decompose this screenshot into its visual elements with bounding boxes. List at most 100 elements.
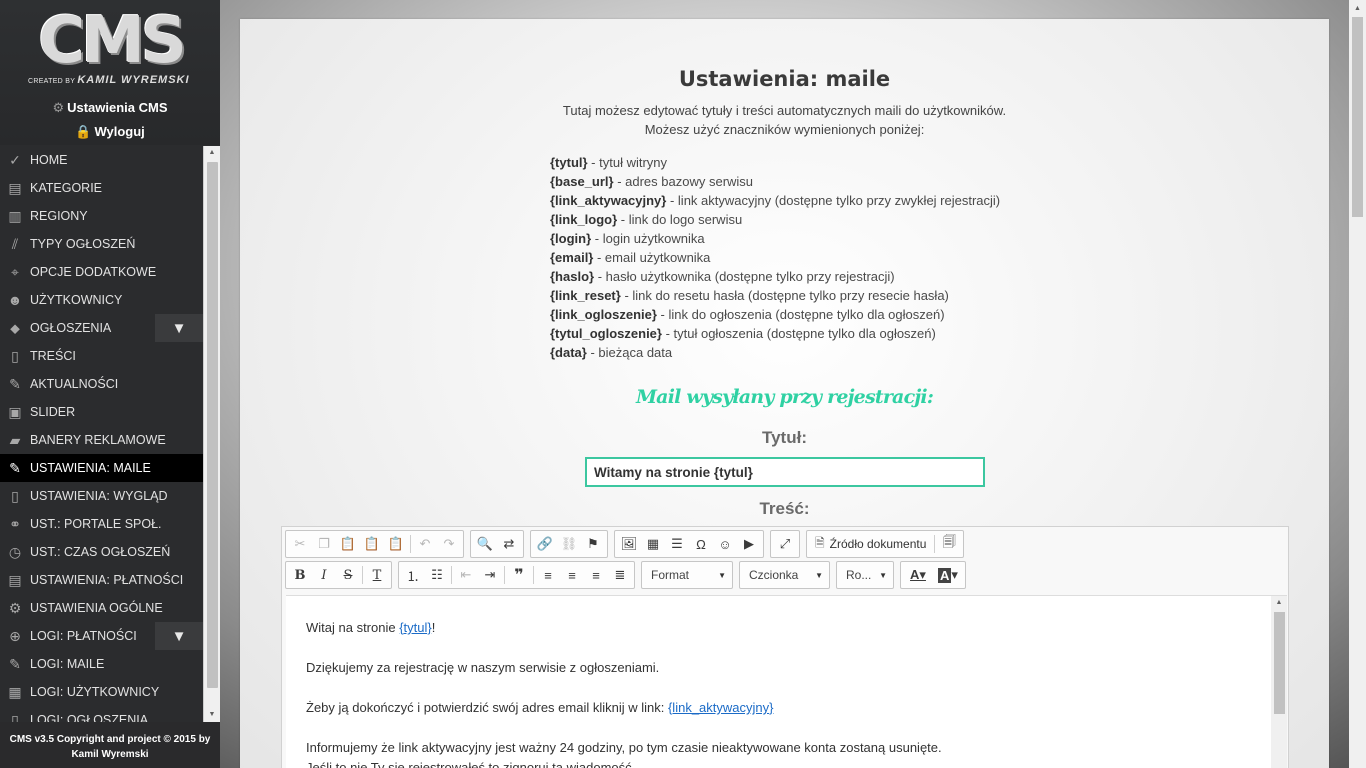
sidebar-item-20[interactable]: ▯ LOGI: OGŁOSZENIA [0, 706, 203, 723]
editor-scrollbar[interactable]: ▲ [1271, 596, 1287, 768]
link-group: 🔗 ⛓ ⚑ [530, 530, 608, 558]
sidebar-item-0[interactable]: ✓ HOME [0, 146, 203, 174]
sidebar-item-12[interactable]: ▯ USTAWIENIA: WYGLĄD [0, 482, 203, 510]
paste-word-icon[interactable]: 📋 [384, 532, 408, 556]
sidebar-item-8[interactable]: ✎ AKTUALNOŚCI [0, 370, 203, 398]
cms-settings-label: Ustawienia CMS [67, 100, 168, 115]
tag-link[interactable]: {link_aktywacyjny} [668, 700, 774, 715]
scroll-up-arrow[interactable]: ▲ [1349, 0, 1366, 17]
page-scrollbar[interactable]: ▲ [1349, 0, 1366, 768]
sidebar-item-6[interactable]: ⬥ OGŁOSZENIA ▼ [0, 314, 203, 342]
logo-credit-prefix: CREATED BY [28, 78, 76, 85]
section-heading: Mail wysyłany przy rejestracji: [635, 386, 934, 408]
sidebar-item-15[interactable]: ▤ USTAWIENIA: PŁATNOŚCI [0, 566, 203, 594]
text-color-icon[interactable]: A▾ [903, 563, 933, 587]
title-input[interactable] [585, 457, 985, 487]
basic-styles-group: B I S T [285, 561, 392, 589]
redo-icon[interactable]: ↷ [437, 532, 461, 556]
sidebar-item-label: LOGI: UŻYTKOWNICY [30, 685, 160, 699]
sidebar-item-4[interactable]: ⌖ OPCJE DODATKOWE [0, 258, 203, 286]
tag-name: {data} [550, 345, 587, 360]
remove-format-icon[interactable]: T [365, 563, 389, 587]
cut-icon[interactable]: ✂ [288, 532, 312, 556]
undo-icon[interactable]: ↶ [413, 532, 437, 556]
sidebar-item-19[interactable]: ▦ LOGI: UŻYTKOWNICY [0, 678, 203, 706]
unlink-icon[interactable]: ⛓ [557, 532, 581, 556]
scroll-up-arrow[interactable]: ▲ [204, 146, 220, 160]
sidebar-item-10[interactable]: ▰ BANERY REKLAMOWE [0, 426, 203, 454]
align-justify-icon[interactable]: ≣ [608, 563, 632, 587]
table-icon[interactable]: ▦ [641, 532, 665, 556]
sidebar-item-3[interactable]: ⫽ TYPY OGŁOSZEŃ [0, 230, 203, 258]
font-dropdown-label: Czcionka [749, 568, 799, 582]
title-label: Tytuł: [761, 428, 807, 447]
expand-submenu-icon[interactable]: ▼ [155, 622, 203, 650]
format-dropdown[interactable]: Format ▼ [641, 561, 733, 589]
colors-group: A▾ A ▾ [900, 561, 966, 589]
toolbar-separator [410, 535, 411, 553]
outdent-icon[interactable]: ⇤ [454, 563, 478, 587]
sidebar-item-11[interactable]: ✎ USTAWIENIA: MAILE [0, 454, 203, 482]
horizontal-line-icon[interactable]: ☰ [665, 532, 689, 556]
bold-icon[interactable]: B [288, 563, 312, 587]
sidebar-item-2[interactable]: ▥ REGIONY [0, 202, 203, 230]
sidebar-item-16[interactable]: ⚙ USTAWIENIA OGÓLNE [0, 594, 203, 622]
chevron-down-icon: ▼ [879, 570, 887, 580]
logout-link[interactable]: 🔒 Wyloguj [0, 124, 220, 140]
slashes-icon: ⫽ [11, 235, 19, 252]
sidebar-item-14[interactable]: ◷ UST.: CZAS OGŁOSZEŃ [0, 538, 203, 566]
logo[interactable]: CMS [28, 2, 193, 80]
font-dropdown[interactable]: Czcionka ▼ [739, 561, 830, 589]
image-icon[interactable]: 🖼 [617, 532, 641, 556]
scroll-down-arrow[interactable]: ▼ [204, 708, 220, 722]
align-center-icon[interactable]: ≡ [560, 563, 584, 587]
link-icon[interactable]: 🔗 [533, 532, 557, 556]
tag-list-item: {email} - email użytkownika [550, 248, 1110, 267]
scroll-thumb[interactable] [1274, 612, 1285, 714]
content-label: Treść: [759, 499, 810, 518]
smiley-icon[interactable]: ☺ [713, 532, 737, 556]
scroll-thumb[interactable] [207, 162, 218, 688]
sidebar-item-13[interactable]: ⚭ UST.: PORTALE SPOŁ. [0, 510, 203, 538]
italic-icon[interactable]: I [312, 563, 336, 587]
size-dropdown[interactable]: Ro... ▼ [836, 561, 894, 589]
youtube-icon[interactable]: ▶ [737, 532, 761, 556]
tag-description: - hasło użytkownika (dostępne tylko przy… [594, 269, 895, 284]
scroll-thumb[interactable] [1352, 17, 1363, 217]
paste-text-icon[interactable]: 📋 [360, 532, 384, 556]
indent-icon[interactable]: ⇥ [478, 563, 502, 587]
editor-content[interactable]: Witaj na stronie {tytul}! Dziękujemy za … [306, 618, 1266, 768]
align-right-icon[interactable]: ≡ [584, 563, 608, 587]
paste-icon[interactable]: 📋 [336, 532, 360, 556]
blockquote-icon[interactable]: ❞ [507, 563, 531, 587]
anchor-flag-icon[interactable]: ⚑ [581, 532, 605, 556]
numbered-list-icon[interactable]: ⒈ [401, 563, 425, 587]
sidebar-item-18[interactable]: ✎ LOGI: MAILE [0, 650, 203, 678]
find-icon[interactable]: 🔍 [473, 532, 497, 556]
replace-icon[interactable]: ⇄ [497, 532, 521, 556]
sidebar-item-17[interactable]: ⊕ LOGI: PŁATNOŚCI ▼ [0, 622, 203, 650]
sidebar-item-9[interactable]: ▣ SLIDER [0, 398, 203, 426]
editor-content-area[interactable]: Witaj na stronie {tytul}! Dziękujemy za … [286, 595, 1287, 768]
tag-link[interactable]: {tytul} [399, 620, 432, 635]
cms-settings-link[interactable]: ⚙ Ustawienia CMS [0, 100, 220, 116]
editor-paragraph: Żeby ją dokończyć i potwierdzić swój adr… [306, 698, 1266, 718]
bulleted-list-icon[interactable]: ☷ [425, 563, 449, 587]
preview-icon[interactable]: 🗐 [937, 532, 961, 556]
sidebar-scrollbar[interactable]: ▲ ▼ [203, 146, 220, 722]
sidebar-item-5[interactable]: ☻ UŻYTKOWNICY [0, 286, 203, 314]
scroll-up-arrow[interactable]: ▲ [1271, 596, 1287, 610]
tag-description: - link do ogłoszenia (dostępne tylko dla… [656, 307, 945, 322]
maximize-icon[interactable]: ⤢ [773, 532, 797, 556]
copy-icon[interactable]: ❐ [312, 532, 336, 556]
background-color-icon[interactable]: A ▾ [933, 563, 963, 587]
chevron-down-icon: ▼ [815, 570, 823, 580]
sidebar-item-1[interactable]: ▤ KATEGORIE [0, 174, 203, 202]
strikethrough-icon[interactable]: S [336, 563, 360, 587]
sidebar-item-label: OPCJE DODATKOWE [30, 265, 157, 279]
expand-submenu-icon[interactable]: ▼ [155, 314, 203, 342]
source-button[interactable]: 🗎 Źródło dokumentu [809, 532, 932, 556]
align-left-icon[interactable]: ≡ [536, 563, 560, 587]
sidebar-item-7[interactable]: ▯ TREŚCI [0, 342, 203, 370]
special-char-icon[interactable]: Ω [689, 532, 713, 556]
